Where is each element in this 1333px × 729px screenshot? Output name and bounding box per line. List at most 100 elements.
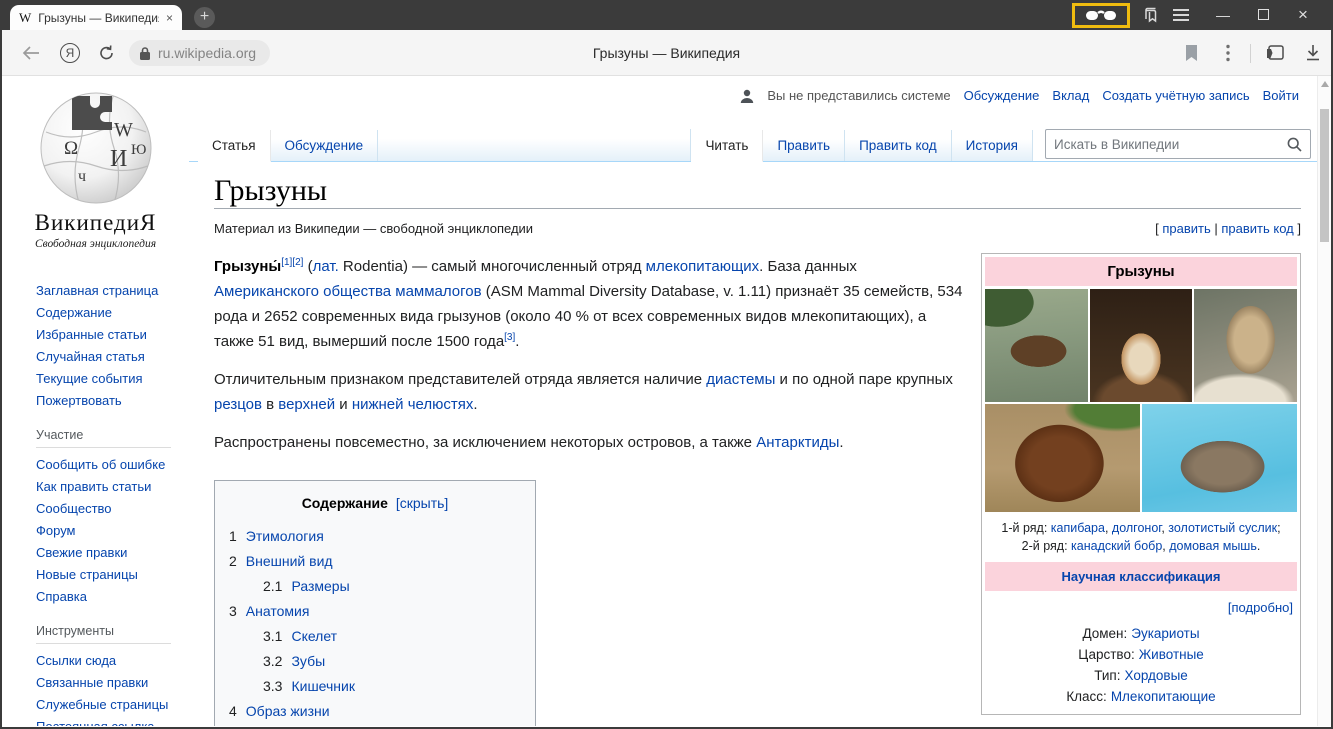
house-mouse-photo[interactable] — [1142, 404, 1297, 512]
reference-link[interactable]: [1] — [281, 257, 292, 268]
article-link[interactable]: править — [1162, 221, 1210, 236]
wiki-search-input[interactable] — [1054, 137, 1287, 152]
article-link[interactable]: капибара — [1051, 521, 1105, 535]
close-window-button[interactable]: × — [1283, 5, 1323, 25]
article-link[interactable]: править код — [1221, 221, 1293, 236]
sidebar-link[interactable]: Справка — [36, 589, 87, 604]
back-button[interactable] — [22, 46, 40, 60]
new-tab-button[interactable]: + — [194, 7, 215, 28]
personal-link[interactable]: Создать учётную запись — [1102, 88, 1249, 103]
toc-link[interactable]: Скелет — [291, 628, 337, 644]
search-icon[interactable] — [1287, 137, 1302, 152]
toc-link[interactable]: Кишечник — [291, 678, 355, 694]
incognito-glasses-highlight[interactable] — [1072, 3, 1130, 28]
yandex-icon: Я — [60, 43, 80, 63]
sidebar-link[interactable]: Ссылки сюда — [36, 653, 116, 668]
toc-link[interactable]: Анатомия — [246, 603, 310, 619]
sidebar-link[interactable]: Постоянная ссылка — [36, 719, 155, 726]
sidebar-section-header: Инструменты — [36, 624, 171, 644]
taxonomy-value-link[interactable]: Животные — [1139, 647, 1204, 662]
bold-term: Грызуны́ — [214, 258, 281, 275]
toc-hide-link[interactable]: [скрыть] — [396, 495, 448, 511]
springhare-photo[interactable] — [1090, 289, 1193, 402]
article-link[interactable]: канадский бобр — [1071, 539, 1162, 553]
tab-close-icon[interactable]: × — [166, 11, 173, 25]
url-field[interactable]: ru.wikipedia.org — [129, 40, 270, 66]
toc-link[interactable]: Зубы — [291, 653, 325, 669]
golden-ground-squirrel-photo[interactable] — [1194, 289, 1297, 402]
article-link[interactable]: золотистый суслик — [1168, 521, 1277, 535]
taxonomy-value-link[interactable]: Эукариоты — [1131, 626, 1199, 641]
sidebar-link[interactable]: Служебные страницы — [36, 697, 168, 712]
bookmark-flag-icon[interactable] — [1185, 45, 1198, 61]
yandex-button[interactable]: Я — [60, 43, 80, 63]
more-options-icon[interactable] — [1226, 44, 1230, 62]
toc-header: Содержание — [302, 495, 388, 511]
collections-icon[interactable] — [1263, 43, 1287, 63]
taxonomy-rank: Домен: — [1082, 626, 1127, 641]
wiki-search-box[interactable] — [1045, 129, 1311, 159]
sidebar-link[interactable]: Сообщить об ошибке — [36, 457, 165, 472]
reload-button[interactable] — [98, 44, 115, 61]
sidebar-link[interactable]: Новые страницы — [36, 567, 138, 582]
wiki-tab[interactable]: История — [952, 130, 1033, 161]
toc-link[interactable]: Внешний вид — [246, 553, 333, 569]
page-scrollbar[interactable] — [1317, 76, 1331, 726]
article-link[interactable]: Антарктиды — [756, 434, 839, 451]
sidebar-item: Заглавная страница — [36, 280, 189, 302]
details-link[interactable]: [подробно] — [1228, 600, 1293, 615]
article-link[interactable]: Американского общества маммалогов — [214, 283, 482, 300]
article-link[interactable]: долгоног — [1112, 521, 1161, 535]
sidebar-link[interactable]: Свежие правки — [36, 545, 127, 560]
reference-link[interactable]: [3] — [504, 332, 515, 343]
wikipedia-logo[interactable]: W Ω И ч Ю — [2, 84, 189, 208]
sidebar-link[interactable]: Избранные статьи — [36, 327, 147, 342]
sidebar-link[interactable]: Содержание — [36, 305, 112, 320]
toc-number: 3.1 — [263, 628, 282, 644]
article-link[interactable]: млекопитающих — [646, 258, 760, 275]
personal-link[interactable]: Обсуждение — [964, 88, 1040, 103]
reference-link[interactable]: [2] — [292, 257, 303, 268]
taxonomy-value-link[interactable]: Хордовые — [1124, 668, 1187, 683]
download-icon[interactable] — [1305, 44, 1321, 62]
toc-link[interactable]: Образ жизни — [246, 703, 330, 719]
taxobox-title: Грызуны — [985, 257, 1297, 286]
sidebar-link[interactable]: Как править статьи — [36, 479, 151, 494]
wiki-tab[interactable]: Статья — [198, 130, 271, 162]
wiki-tab[interactable]: Править — [763, 130, 845, 161]
svg-text:W: W — [114, 119, 133, 141]
sidebar-link[interactable]: Заглавная страница — [36, 283, 158, 298]
wiki-tab[interactable]: Читать — [691, 130, 763, 162]
sidebar-link[interactable]: Случайная статья — [36, 349, 145, 364]
toc-item: 4.1Питание — [229, 724, 521, 726]
article-link[interactable]: домовая мышь — [1169, 539, 1257, 553]
article-link[interactable]: верхней — [278, 396, 335, 413]
article-link[interactable]: диастемы — [706, 371, 775, 388]
personal-link[interactable]: Войти — [1263, 88, 1299, 103]
article-link[interactable]: резцов — [214, 396, 262, 413]
classification-header-link[interactable]: Научная классификация — [1062, 569, 1221, 584]
canadian-beaver-photo[interactable] — [985, 404, 1140, 512]
wiki-tab[interactable]: Править код — [845, 130, 952, 161]
taxonomy-value-link[interactable]: Млекопитающие — [1111, 689, 1216, 704]
minimize-button[interactable]: — — [1203, 7, 1243, 23]
article-link[interactable]: нижней челюстях — [352, 396, 474, 413]
sidebar-link[interactable]: Пожертвовать — [36, 393, 122, 408]
sidebar-link[interactable]: Связанные правки — [36, 675, 148, 690]
toc-link[interactable]: Этимология — [246, 528, 324, 544]
personal-link[interactable]: Вклад — [1052, 88, 1089, 103]
scroll-up-arrow[interactable] — [1321, 81, 1329, 87]
scrollbar-thumb[interactable] — [1320, 109, 1329, 242]
sidebar-link[interactable]: Форум — [36, 523, 76, 538]
browser-tab[interactable]: W Грызуны — Википедия × — [10, 5, 182, 30]
wiki-tab[interactable]: Обсуждение — [271, 130, 379, 161]
capybara-photo[interactable] — [985, 289, 1088, 402]
sidebar-panel-icon[interactable] — [1142, 7, 1159, 24]
toc-link[interactable]: Размеры — [291, 578, 349, 594]
article-link[interactable]: лат. — [313, 258, 339, 275]
sidebar-link[interactable]: Текущие события — [36, 371, 143, 386]
menu-icon[interactable] — [1173, 6, 1189, 24]
sidebar-link[interactable]: Сообщество — [36, 501, 112, 516]
toc-number: 2.1 — [263, 578, 282, 594]
maximize-button[interactable] — [1243, 7, 1283, 23]
